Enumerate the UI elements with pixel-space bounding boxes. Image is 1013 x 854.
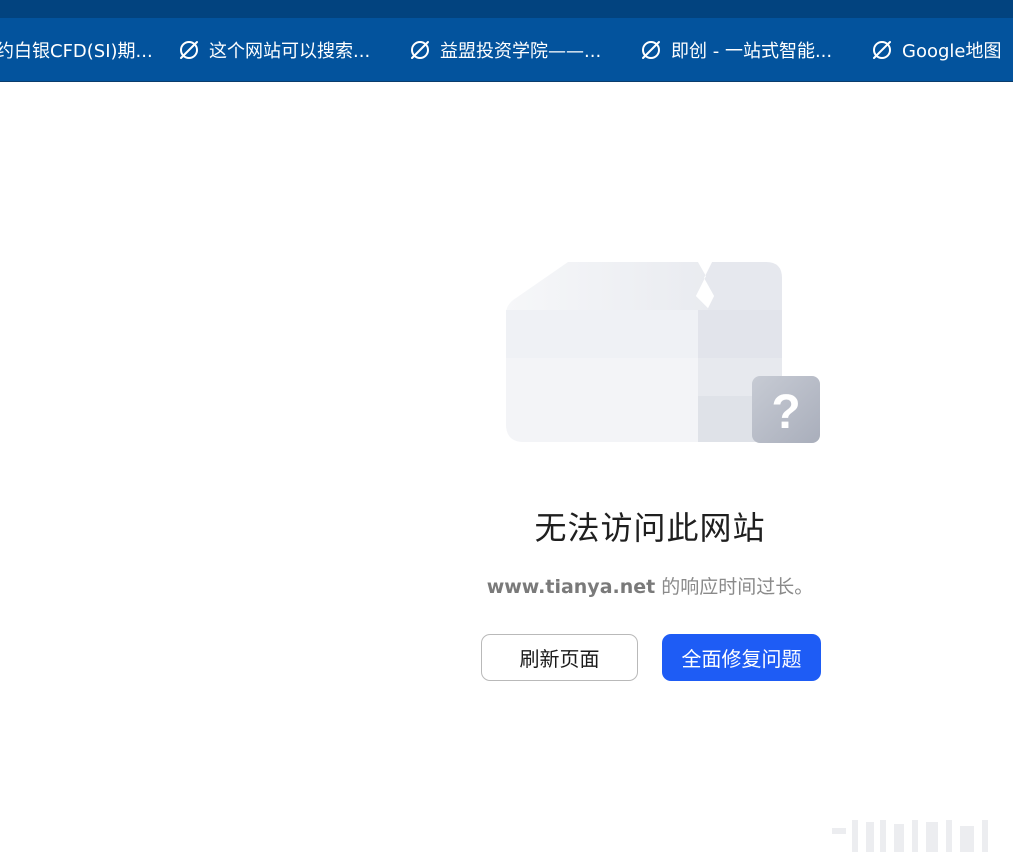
bookmarks-bar: 约白银CFD(SI)期... 这个网站可以搜索... 益盟投资学院——... 即… [0,18,1013,82]
error-title: 无法访问此网站 [534,509,766,547]
bookmark-label: 益盟投资学院——... [440,41,602,62]
bookmark-label: 约白银CFD(SI)期... [0,41,153,62]
window-top-strip [0,0,1013,18]
globe-slash-icon [411,41,429,59]
bookmark-item[interactable]: 即创 - 一站式智能... [640,36,832,64]
error-message: 的响应时间过长。 [655,576,814,598]
bookmark-item[interactable]: Google地图 [871,36,1001,64]
bookmark-label: Google地图 [902,41,1002,62]
error-description: www.tianya.net 的响应时间过长。 [420,572,880,599]
globe-slash-icon [873,41,891,59]
bookmark-label: 这个网站可以搜索... [209,41,371,62]
broken-box-question-icon: ? [506,262,820,443]
bookmark-item[interactable]: 益盟投资学院——... [409,36,601,64]
bookmark-item[interactable]: 约白银CFD(SI)期... [0,36,153,64]
globe-slash-icon [180,41,198,59]
bookmark-item[interactable]: 这个网站可以搜索... [178,36,370,64]
svg-text:?: ? [771,386,800,439]
refresh-page-button[interactable]: 刷新页面 [481,634,638,681]
error-host: www.tianya.net [486,576,656,598]
repair-problem-button[interactable]: 全面修复问题 [662,634,821,681]
bookmark-label: 即创 - 一站式智能... [671,41,833,62]
globe-slash-icon [642,41,660,59]
watermark-icon [832,820,988,852]
